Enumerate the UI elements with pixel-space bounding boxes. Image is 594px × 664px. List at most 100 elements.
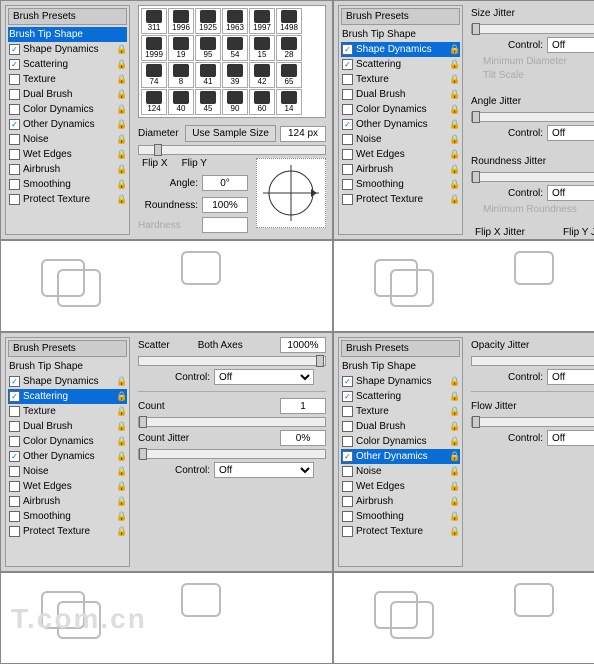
checkbox[interactable] xyxy=(9,134,20,145)
sidebar-item[interactable]: Airbrush🔒 xyxy=(8,494,127,509)
sidebar-item[interactable]: Other Dynamics🔒 xyxy=(341,449,460,464)
brush-thumb[interactable]: 65 xyxy=(276,62,302,88)
sidebar-item[interactable]: Texture🔒 xyxy=(341,404,460,419)
checkbox[interactable] xyxy=(9,526,20,537)
opacity-control-select[interactable]: Off xyxy=(547,369,594,385)
sidebar-item[interactable]: Protect Texture🔒 xyxy=(341,192,460,207)
sidebar-item[interactable]: Smoothing🔒 xyxy=(8,509,127,524)
sidebar-item[interactable]: Color Dynamics🔒 xyxy=(8,102,127,117)
sidebar-item[interactable]: Noise🔒 xyxy=(8,132,127,147)
sidebar-item[interactable]: Texture🔒 xyxy=(8,72,127,87)
sidebar-item[interactable]: Noise🔒 xyxy=(341,132,460,147)
brush-thumb[interactable]: 19 xyxy=(168,35,194,61)
scatter-control-select[interactable]: Off xyxy=(214,369,314,385)
brush-thumb[interactable]: 28 xyxy=(276,35,302,61)
brush-thumb[interactable]: 95 xyxy=(195,35,221,61)
sidebar-item[interactable]: Shape Dynamics🔒 xyxy=(8,42,127,57)
sidebar-item[interactable]: Brush Tip Shape xyxy=(8,27,127,42)
checkbox[interactable] xyxy=(9,44,20,55)
scatter-input[interactable] xyxy=(280,337,326,353)
checkbox[interactable] xyxy=(9,119,20,130)
angle-jitter-slider[interactable] xyxy=(471,112,594,122)
sidebar-item[interactable]: Noise🔒 xyxy=(8,464,127,479)
sidebar-item[interactable]: Airbrush🔒 xyxy=(341,162,460,177)
checkbox[interactable] xyxy=(9,164,20,175)
sidebar-item[interactable]: Protect Texture🔒 xyxy=(8,524,127,539)
checkbox[interactable] xyxy=(9,74,20,85)
count-jitter-slider[interactable] xyxy=(138,449,326,459)
sidebar-item[interactable]: Smoothing🔒 xyxy=(341,509,460,524)
sidebar-item[interactable]: Dual Brush🔒 xyxy=(341,87,460,102)
checkbox[interactable] xyxy=(9,511,20,522)
sidebar-item[interactable]: Color Dynamics🔒 xyxy=(341,434,460,449)
checkbox[interactable] xyxy=(9,406,20,417)
brush-thumb[interactable]: 15 xyxy=(249,35,275,61)
diameter-input[interactable] xyxy=(280,126,326,142)
sidebar-item[interactable]: Texture🔒 xyxy=(8,404,127,419)
sidebar-item[interactable]: Texture🔒 xyxy=(341,72,460,87)
sidebar-item[interactable]: Other Dynamics🔒 xyxy=(341,117,460,132)
checkbox[interactable] xyxy=(342,421,353,432)
brush-thumb[interactable]: 1997 xyxy=(249,8,275,34)
angle-input[interactable] xyxy=(202,175,248,191)
brush-thumb[interactable]: 1498 xyxy=(276,8,302,34)
checkbox[interactable] xyxy=(342,526,353,537)
sidebar-item[interactable]: Shape Dynamics🔒 xyxy=(341,374,460,389)
flow-control-select[interactable]: Off xyxy=(547,430,594,446)
checkbox[interactable] xyxy=(342,104,353,115)
sidebar-item[interactable]: Dual Brush🔒 xyxy=(8,419,127,434)
sidebar-item[interactable]: Wet Edges🔒 xyxy=(8,147,127,162)
brush-thumb[interactable]: 1996 xyxy=(168,8,194,34)
sidebar-item[interactable]: Smoothing🔒 xyxy=(341,177,460,192)
checkbox[interactable] xyxy=(342,496,353,507)
brush-thumb[interactable]: 90 xyxy=(222,89,248,115)
checkbox[interactable] xyxy=(342,44,353,55)
count-control-select[interactable]: Off xyxy=(214,462,314,478)
checkbox[interactable] xyxy=(342,451,353,462)
brush-thumb[interactable]: 124 xyxy=(141,89,167,115)
sidebar-item[interactable]: Shape Dynamics🔒 xyxy=(8,374,127,389)
brush-thumb[interactable]: 14 xyxy=(276,89,302,115)
sidebar-item[interactable]: Brush Tip Shape xyxy=(8,359,127,374)
checkbox[interactable] xyxy=(9,496,20,507)
checkbox[interactable] xyxy=(9,436,20,447)
sidebar-item[interactable]: Noise🔒 xyxy=(341,464,460,479)
round-control-select[interactable]: Off xyxy=(547,185,594,201)
sidebar-item[interactable]: Brush Tip Shape xyxy=(341,27,460,42)
checkbox[interactable] xyxy=(9,451,20,462)
sidebar-item[interactable]: Protect Texture🔒 xyxy=(8,192,127,207)
brush-thumb[interactable]: 39 xyxy=(222,62,248,88)
checkbox[interactable] xyxy=(342,119,353,130)
checkbox[interactable] xyxy=(9,481,20,492)
sidebar-item[interactable]: Color Dynamics🔒 xyxy=(8,434,127,449)
count-slider[interactable] xyxy=(138,417,326,427)
brush-thumb[interactable]: 1925 xyxy=(195,8,221,34)
count-input[interactable] xyxy=(280,398,326,414)
size-jitter-slider[interactable] xyxy=(471,24,594,34)
checkbox[interactable] xyxy=(9,59,20,70)
checkbox[interactable] xyxy=(342,466,353,477)
brush-thumb[interactable]: 41 xyxy=(195,62,221,88)
brush-thumb[interactable]: 54 xyxy=(222,35,248,61)
angle-control-select[interactable]: Off xyxy=(547,125,594,141)
sidebar-item[interactable]: Other Dynamics🔒 xyxy=(8,449,127,464)
checkbox[interactable] xyxy=(9,89,20,100)
sidebar-item[interactable]: Scattering🔒 xyxy=(341,57,460,72)
sidebar-item[interactable]: Scattering🔒 xyxy=(8,389,127,404)
brush-thumb[interactable]: 8 xyxy=(168,62,194,88)
size-control-select[interactable]: Off xyxy=(547,37,594,53)
brush-thumb[interactable]: 1963 xyxy=(222,8,248,34)
flow-slider[interactable] xyxy=(471,417,594,427)
checkbox[interactable] xyxy=(342,481,353,492)
checkbox[interactable] xyxy=(9,421,20,432)
checkbox[interactable] xyxy=(342,406,353,417)
count-jitter-input[interactable] xyxy=(280,430,326,446)
checkbox[interactable] xyxy=(342,194,353,205)
sidebar-item[interactable]: Scattering🔒 xyxy=(341,389,460,404)
checkbox[interactable] xyxy=(9,466,20,477)
checkbox[interactable] xyxy=(342,376,353,387)
sidebar-item[interactable]: Smoothing🔒 xyxy=(8,177,127,192)
brush-thumb[interactable]: 1999 xyxy=(141,35,167,61)
round-jitter-slider[interactable] xyxy=(471,172,594,182)
brush-thumb[interactable]: 74 xyxy=(141,62,167,88)
